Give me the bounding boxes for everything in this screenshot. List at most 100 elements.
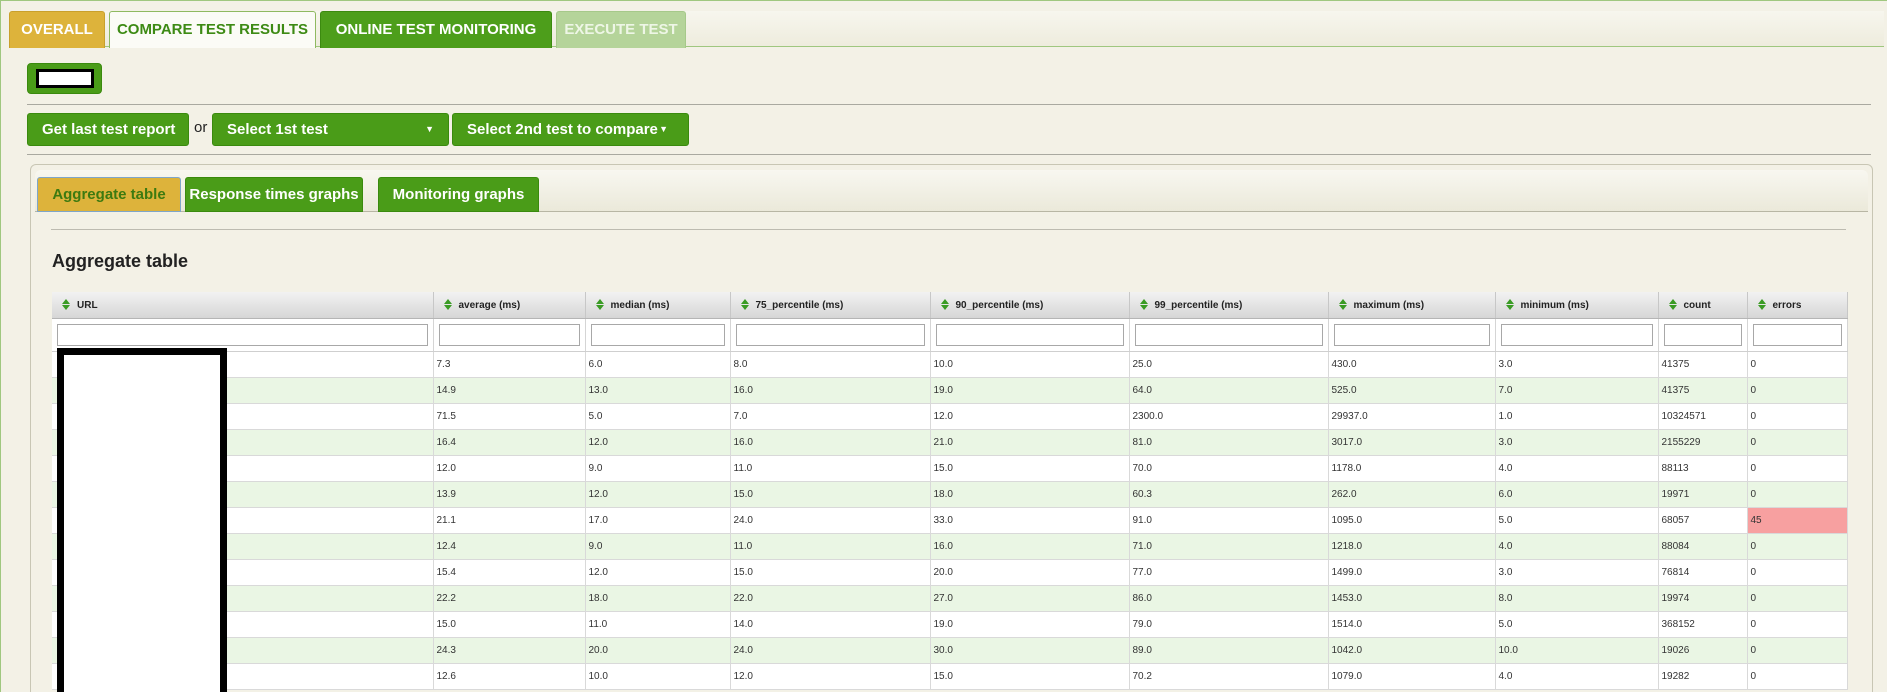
table-cell: 12.4 — [433, 533, 586, 560]
aggregate-table: URL average (ms) median (ms) 75_percenti… — [52, 292, 1848, 690]
filter-input-errors[interactable] — [1752, 323, 1842, 346]
filter-input-count[interactable] — [1663, 323, 1742, 346]
filter-input-average[interactable] — [438, 323, 580, 346]
filter-input-99-percentile[interactable] — [1134, 323, 1323, 346]
table-cell: 0 — [1747, 637, 1848, 664]
column-header-minimum[interactable]: minimum (ms) — [1495, 292, 1659, 319]
table-cell: 14.9 — [433, 377, 586, 404]
tab-compare-test-results[interactable]: COMPARE TEST RESULTS — [109, 11, 316, 48]
table-cell: 20.0 — [930, 559, 1130, 586]
get-last-test-report-button[interactable]: Get last test report — [27, 113, 189, 146]
table-cell: 12.0 — [433, 455, 586, 482]
table-cell: 15.0 — [930, 663, 1130, 690]
table-cell: 10324571 — [1658, 403, 1748, 430]
table-row[interactable]: 15.0 11.0 14.0 19.0 79.0 1514.0 5.0 368152 0 — [52, 611, 1848, 638]
table-row[interactable]: 15.4 12.0 15.0 20.0 77.0 1499.0 3.0 76814 0 — [52, 559, 1848, 586]
table-row[interactable]: 12.0 9.0 11.0 15.0 70.0 1178.0 4.0 88113 0 — [52, 455, 1848, 482]
column-header-errors[interactable]: errors — [1747, 292, 1848, 319]
column-header-url[interactable]: URL — [52, 292, 434, 319]
table-cell: 19282 — [1658, 663, 1748, 690]
table-row[interactable]: 21.1 17.0 24.0 33.0 91.0 1095.0 5.0 68057 45 — [52, 507, 1848, 534]
table-cell: 12.0 — [585, 481, 731, 508]
filter-input-median[interactable] — [590, 323, 725, 346]
table-cell: 20.0 — [585, 637, 731, 664]
tab-overall[interactable]: OVERALL — [9, 11, 105, 48]
table-row[interactable]: 16.4 12.0 16.0 21.0 81.0 3017.0 3.0 2155229 0 — [52, 429, 1848, 456]
table-cell: 71.0 — [1129, 533, 1329, 560]
table-cell: 12.0 — [930, 403, 1130, 430]
table-row[interactable]: 22.2 18.0 22.0 27.0 86.0 1453.0 8.0 19974 0 — [52, 585, 1848, 612]
table-cell: 525.0 — [1328, 377, 1496, 404]
column-header-median[interactable]: median (ms) — [585, 292, 731, 319]
table-cell: 24.0 — [730, 507, 931, 534]
table-cell: 0 — [1747, 351, 1848, 378]
table-cell: 0 — [1747, 481, 1848, 508]
table-cell: 33.0 — [930, 507, 1130, 534]
table-cell: 9.0 — [585, 533, 731, 560]
table-cell: 12.0 — [585, 559, 731, 586]
sort-arrows-icon — [1668, 298, 1678, 310]
column-header-average[interactable]: average (ms) — [433, 292, 586, 319]
column-header-label: URL — [77, 299, 98, 311]
table-row[interactable]: 12.6 10.0 12.0 15.0 70.2 1079.0 4.0 19282 0 — [52, 663, 1848, 690]
table-cell: 4.0 — [1495, 663, 1659, 690]
table-cell: 15.0 — [930, 455, 1130, 482]
filter-input-minimum[interactable] — [1500, 323, 1653, 346]
column-header-maximum[interactable]: maximum (ms) — [1328, 292, 1496, 319]
table-cell: 76814 — [1658, 559, 1748, 586]
sort-arrows-icon — [595, 298, 605, 310]
table-cell: 11.0 — [585, 611, 731, 638]
column-header-label: 75_percentile (ms) — [755, 299, 844, 311]
table-row[interactable]: 24.3 20.0 24.0 30.0 89.0 1042.0 10.0 19026 0 — [52, 637, 1848, 664]
tab-monitoring-graphs[interactable]: Monitoring graphs — [378, 177, 539, 212]
table-cell: 79.0 — [1129, 611, 1329, 638]
table-cell: 7.0 — [730, 403, 931, 430]
column-header-75-percentile[interactable]: 75_percentile (ms) — [730, 292, 931, 319]
filter-input-url[interactable] — [57, 323, 428, 346]
table-cell: 60.3 — [1129, 481, 1329, 508]
sort-arrows-icon — [1757, 298, 1767, 310]
table-cell: 1095.0 — [1328, 507, 1496, 534]
table-cell: 1453.0 — [1328, 585, 1496, 612]
section-title: Aggregate table — [52, 251, 189, 271]
table-cell: 24.0 — [730, 637, 931, 664]
filter-input-maximum[interactable] — [1333, 323, 1490, 346]
tab-execute-test[interactable]: EXECUTE TEST — [556, 11, 686, 48]
table-row[interactable]: 71.5 5.0 7.0 12.0 2300.0 29937.0 1.0 10324571 0 — [52, 403, 1848, 430]
table-cell: 7.3 — [433, 351, 586, 378]
tab-online-test-monitoring[interactable]: ONLINE TEST MONITORING — [320, 11, 552, 48]
tab-aggregate-table[interactable]: Aggregate table — [37, 177, 181, 212]
table-cell: 0 — [1747, 559, 1848, 586]
column-header-count[interactable]: count — [1658, 292, 1748, 319]
table-cell: 5.0 — [585, 403, 731, 430]
select-first-test-dropdown[interactable]: Select 1st test ▼ — [212, 113, 449, 146]
table-cell: 3.0 — [1495, 351, 1659, 378]
select-second-test-label: Select 2nd test to compare — [467, 121, 658, 138]
table-cell: 13.9 — [433, 481, 586, 508]
table-cell: 6.0 — [585, 351, 731, 378]
table-row[interactable]: 12.4 9.0 11.0 16.0 71.0 1218.0 4.0 88084 0 — [52, 533, 1848, 560]
table-cell: 10.0 — [585, 663, 731, 690]
tab-response-times-graphs[interactable]: Response times graphs — [185, 177, 363, 212]
table-cell: 3.0 — [1495, 559, 1659, 586]
sub-tab-bar: Aggregate table Response times graphs Mo… — [35, 170, 1868, 212]
table-row[interactable]: 14.9 13.0 16.0 19.0 64.0 525.0 7.0 41375 0 — [52, 377, 1848, 404]
column-header-99-percentile[interactable]: 99_percentile (ms) — [1129, 292, 1329, 319]
filter-input-75-percentile[interactable] — [735, 323, 925, 346]
table-cell: 368152 — [1658, 611, 1748, 638]
table-cell: 81.0 — [1129, 429, 1329, 456]
table-row[interactable]: 7.3 6.0 8.0 10.0 25.0 430.0 3.0 41375 0 — [52, 351, 1848, 378]
table-row[interactable]: 13.9 12.0 15.0 18.0 60.3 262.0 6.0 19971 0 — [52, 481, 1848, 508]
column-header-90-percentile[interactable]: 90_percentile (ms) — [930, 292, 1130, 319]
column-header-label: errors — [1772, 299, 1802, 311]
table-cell: 16.4 — [433, 429, 586, 456]
redacted-block — [36, 69, 94, 88]
select-second-test-dropdown[interactable]: Select 2nd test to compare ▼ — [452, 113, 689, 146]
table-cell: 19971 — [1658, 481, 1748, 508]
chevron-down-icon: ▼ — [659, 124, 668, 134]
user-badge-redacted[interactable] — [27, 63, 102, 94]
select-first-test-label: Select 1st test — [227, 121, 328, 138]
table-cell: 15.4 — [433, 559, 586, 586]
table-cell: 11.0 — [730, 455, 931, 482]
filter-input-90-percentile[interactable] — [935, 323, 1124, 346]
